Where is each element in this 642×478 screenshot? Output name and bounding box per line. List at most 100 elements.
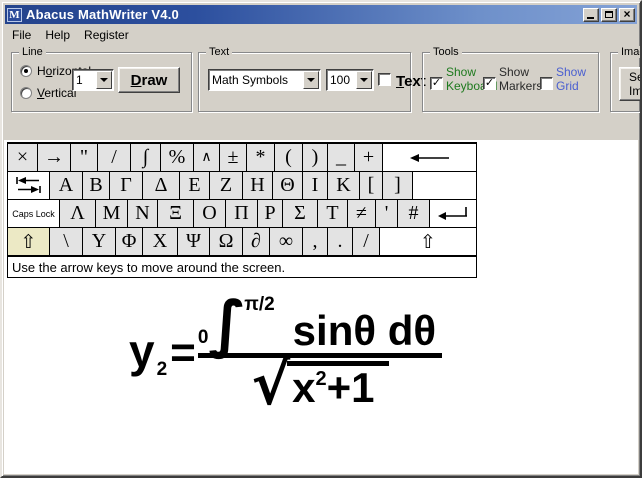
app-window: M Abacus MathWriter V4.0 × File Help Reg…: [0, 0, 642, 478]
virtual-keyboard: ×→"/∫%∧±*()_+ABΓΔEZHΘIK[]Caps LockΛMNΞOΠ…: [7, 142, 477, 278]
key-∞[interactable]: ∞: [270, 228, 303, 255]
backspace-icon: [409, 153, 451, 163]
enter-key[interactable]: [430, 200, 476, 227]
formula-fraction: 0∫π/2sinθ dθ √x2+1: [198, 298, 442, 418]
key-O[interactable]: O: [194, 200, 226, 227]
app-icon[interactable]: M: [7, 8, 22, 22]
status-text: Use the arrow keys to move around the sc…: [12, 260, 285, 275]
key-][interactable]: ]: [383, 172, 413, 199]
key-/[interactable]: /: [353, 228, 380, 255]
line-width-dropdown-button[interactable]: [96, 71, 112, 89]
key-_[interactable]: _: [328, 144, 355, 171]
radical-sign: √: [251, 361, 290, 407]
font-dropdown-button[interactable]: [303, 71, 319, 89]
enter-icon: [437, 206, 469, 221]
key-±[interactable]: ±: [220, 144, 247, 171]
key-Ω[interactable]: Ω: [210, 228, 243, 255]
key-P[interactable]: P: [258, 200, 283, 227]
right-shift-key[interactable]: ⇧: [380, 228, 476, 255]
key-Θ[interactable]: Θ: [273, 172, 303, 199]
horizontal-radio-circle[interactable]: [20, 65, 32, 77]
document-canvas[interactable]: ×→"/∫%∧±*()_+ABΓΔEZHΘIK[]Caps LockΛMNΞOΠ…: [4, 140, 638, 474]
text-group-label: Text: [206, 46, 232, 58]
text-checkbox[interactable]: [378, 73, 391, 86]
key-*[interactable]: *: [247, 144, 275, 171]
keyboard-row: ×→"/∫%∧±*()_+: [8, 144, 476, 172]
key-/[interactable]: /: [98, 144, 131, 171]
draw-button[interactable]: Draw: [118, 67, 180, 93]
key-X[interactable]: X: [143, 228, 178, 255]
tools-group-label: Tools: [430, 46, 462, 58]
key-→[interactable]: →: [38, 144, 71, 171]
key-Ψ[interactable]: Ψ: [178, 228, 210, 255]
key-∧[interactable]: ∧: [194, 144, 220, 171]
key-Π[interactable]: Π: [226, 200, 258, 227]
key-∫[interactable]: ∫: [131, 144, 161, 171]
toolbar: Line Horizontal Vertical 1 Draw Text Mat…: [5, 44, 642, 140]
show-grid-checkbox[interactable]: [540, 77, 553, 90]
show-markers-checkbox[interactable]: ✓: [483, 77, 496, 90]
key-∂[interactable]: ∂: [243, 228, 270, 255]
key-Z[interactable]: Z: [210, 172, 243, 199]
backspace-key[interactable]: [383, 144, 476, 171]
maximize-button[interactable]: [601, 8, 617, 22]
vertical-radio-circle[interactable]: [20, 87, 32, 99]
vertical-radio-label: Vertical: [37, 86, 76, 100]
left-shift-key[interactable]: ⇧: [8, 228, 50, 255]
minimize-button[interactable]: [583, 8, 599, 22]
key-%[interactable]: %: [161, 144, 194, 171]
close-button[interactable]: ×: [619, 8, 635, 22]
size-select[interactable]: 100: [326, 69, 374, 91]
font-select[interactable]: Math Symbols: [208, 69, 321, 91]
key-)[interactable]: ): [303, 144, 328, 171]
title-bar[interactable]: M Abacus MathWriter V4.0 ×: [5, 5, 637, 24]
key-N[interactable]: N: [128, 200, 158, 227]
show-keyboard-checkbox[interactable]: ✓: [430, 77, 443, 90]
key-.[interactable]: .: [328, 228, 353, 255]
tab-key[interactable]: [8, 172, 50, 199]
keyboard-row: ABΓΔEZHΘIK[]: [8, 172, 476, 200]
vertical-radio[interactable]: Vertical: [20, 86, 76, 100]
minimize-icon: [587, 17, 594, 19]
key-≠[interactable]: ≠: [348, 200, 376, 227]
key-T[interactable]: T: [318, 200, 348, 227]
key-+[interactable]: +: [355, 144, 383, 171]
fraction-bar: [198, 353, 442, 358]
key-H[interactable]: H: [243, 172, 273, 199]
key-Y[interactable]: Y: [83, 228, 116, 255]
image-button[interactable]: Se Ima: [619, 67, 642, 101]
menu-file[interactable]: File: [5, 26, 38, 44]
menu-register[interactable]: Register: [77, 26, 136, 44]
key-[[interactable]: [: [360, 172, 383, 199]
key-I[interactable]: I: [303, 172, 328, 199]
line-width-select[interactable]: 1: [72, 69, 114, 91]
key-Φ[interactable]: Φ: [116, 228, 143, 255]
chevron-down-icon: [307, 78, 315, 82]
show-grid-check: ShowGrid: [540, 65, 586, 93]
menu-help[interactable]: Help: [38, 26, 77, 44]
key-M[interactable]: M: [96, 200, 128, 227]
maximize-icon: [605, 11, 613, 18]
key-#[interactable]: #: [398, 200, 430, 227]
key-×[interactable]: ×: [8, 144, 38, 171]
key-Λ[interactable]: Λ: [60, 200, 96, 227]
key-Σ[interactable]: Σ: [283, 200, 318, 227]
key-"[interactable]: ": [71, 144, 98, 171]
key-A[interactable]: A: [50, 172, 83, 199]
key-,[interactable]: ,: [303, 228, 328, 255]
key-K[interactable]: K: [328, 172, 360, 199]
key-\[interactable]: \: [50, 228, 83, 255]
key-Γ[interactable]: Γ: [110, 172, 143, 199]
show-markers-label: ShowMarkers: [499, 65, 542, 93]
key-'[interactable]: ': [376, 200, 398, 227]
close-icon: ×: [623, 9, 630, 19]
caps-lock-key[interactable]: Caps Lock: [8, 200, 60, 227]
key-E[interactable]: E: [180, 172, 210, 199]
key-B[interactable]: B: [83, 172, 110, 199]
tab-icon: [15, 176, 42, 195]
key-Δ[interactable]: Δ: [143, 172, 180, 199]
key-([interactable]: (: [275, 144, 303, 171]
size-dropdown-button[interactable]: [356, 71, 372, 89]
keyboard-rows: ×→"/∫%∧±*()_+ABΓΔEZHΘIK[]Caps LockΛMNΞOΠ…: [8, 144, 476, 256]
key-Ξ[interactable]: Ξ: [158, 200, 194, 227]
